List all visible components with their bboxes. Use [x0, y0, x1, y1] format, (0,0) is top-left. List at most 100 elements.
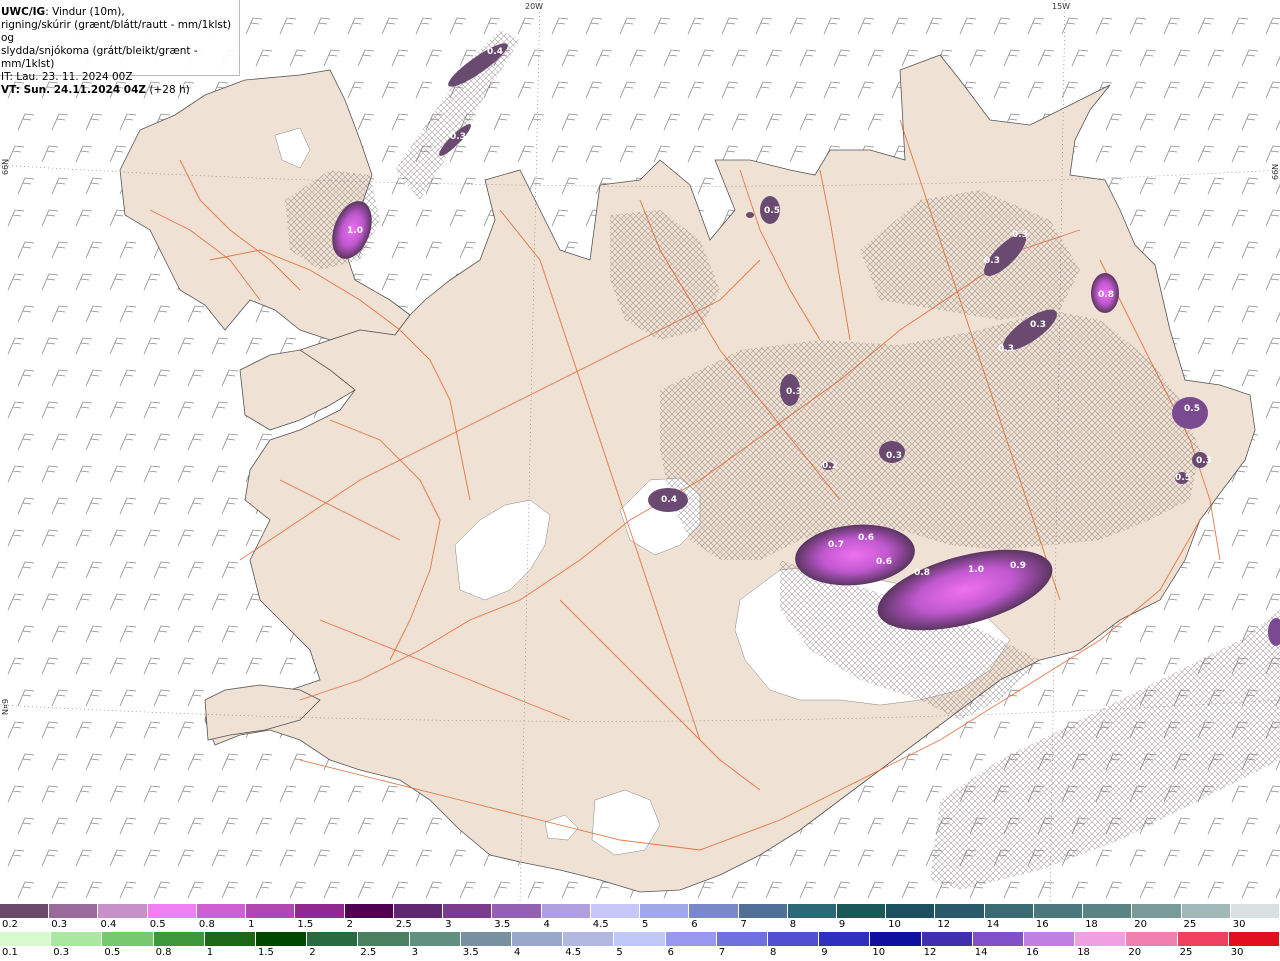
colorbar-label: 0.4 — [100, 919, 117, 930]
colorbar-swatch — [344, 904, 394, 918]
colorbar-swatch — [1177, 932, 1229, 946]
colorbar-label: 0.5 — [149, 919, 166, 930]
colorbar-swatch — [1033, 904, 1084, 918]
colorbar-label: 5 — [642, 919, 649, 930]
colorbar-label: 5 — [616, 947, 623, 958]
precip-label: 0.3 — [886, 451, 902, 461]
colorbar-swatch — [886, 904, 936, 918]
colorbar-label: 1.5 — [297, 919, 314, 930]
colorbar-swatch — [1024, 932, 1076, 946]
colorbar-swatch — [147, 904, 197, 918]
colorbar-label: 30 — [1230, 947, 1244, 958]
colorbar-legend: 0.2 0.3 0.4 0.5 0.8 1 1.5 2 2.5 3 3.5 4 4.5 5 6 7 8 9 10 12… — [0, 902, 1280, 960]
colorbar-label: 0.8 — [155, 947, 172, 958]
precip-label: 0.7 — [828, 540, 844, 550]
precip-label: 1.0 — [968, 565, 984, 575]
colorbar-label: 12 — [923, 947, 937, 958]
colorbar-swatch — [1126, 932, 1178, 946]
valid-time: VT: Sun. 24.11.2024 04Z — [1, 84, 147, 96]
precip-label: 0.3 — [984, 256, 1000, 266]
colorbar-swatch — [1181, 904, 1231, 918]
colorbar-label: 1 — [248, 919, 255, 930]
colorbar-swatch — [0, 932, 52, 946]
lon-label-20w: 20W — [525, 2, 543, 11]
precip-label: 0.8 — [914, 568, 930, 578]
colorbar-swatch — [716, 932, 769, 946]
colorbar-swatch — [541, 904, 591, 918]
colorbar-swatch — [98, 904, 148, 918]
colorbar-label: 1.5 — [258, 947, 274, 958]
precip-label: 0.9 — [1010, 561, 1026, 571]
precip-label: 1.0 — [347, 226, 363, 236]
colorbar-swatch — [1228, 932, 1280, 946]
colorbar-label: 4 — [514, 947, 521, 958]
lat-label-left: 66N — [1, 159, 10, 175]
precip-label: 0.3 — [1012, 230, 1028, 240]
colorbar-swatch — [665, 932, 717, 946]
colorbar-swatch — [590, 904, 641, 918]
precip-label: 0.4 — [487, 47, 503, 57]
colorbar-label: 3.5 — [494, 919, 511, 930]
precip-label: 0.8 — [1098, 290, 1114, 300]
title-line-3: slydda/snjókoma (grátt/bleikt/grænt - mm… — [1, 45, 198, 70]
precip-label: 0.5 — [764, 206, 780, 216]
colorbar-swatch — [0, 904, 50, 918]
colorbar-label: 14 — [986, 919, 1000, 930]
colorbar-label: 12 — [937, 919, 951, 930]
colorbar-label: 4 — [543, 919, 550, 930]
colorbar-label: 2 — [346, 919, 353, 930]
colorbar-swatch — [689, 904, 739, 918]
colorbar-label: 3 — [411, 947, 418, 958]
colorbar-swatch — [51, 932, 103, 946]
colorbar-swatch — [614, 932, 666, 946]
lat-label-left-low: N¤9 — [1, 699, 10, 715]
colorbar-swatch — [836, 904, 887, 918]
colorbar-label: 9 — [821, 947, 828, 958]
colorbar-swatch — [1132, 904, 1182, 918]
colorbar-label: 18 — [1085, 919, 1098, 930]
colorbar-swatch — [49, 904, 99, 918]
precip-label: 0.3 — [450, 132, 466, 142]
precip-label: 0.4 — [661, 495, 677, 505]
colorbar-label: 16 — [1026, 947, 1039, 958]
precip-label: 0.6 — [858, 533, 874, 543]
snow-colorbar — [0, 904, 1280, 918]
weather-map-view: 20W 15W 66N 66N N¤9 0.4 0.3 1.0 0.5 0.3 … — [0, 0, 1280, 960]
title-line-1: UWC/IG: Vindur (10m), — [1, 6, 239, 19]
precip-label: 0.5 — [1175, 473, 1191, 483]
rain-colorbar — [0, 932, 1280, 946]
lead-time: (+28 h) — [146, 84, 190, 96]
colorbar-swatch — [492, 904, 542, 918]
colorbar-label: 1 — [206, 947, 214, 958]
colorbar-swatch — [153, 932, 205, 946]
colorbar-swatch — [819, 932, 871, 946]
colorbar-label: 0.3 — [51, 919, 68, 930]
colorbar-swatch — [246, 904, 296, 918]
colorbar-label: 16 — [1035, 919, 1049, 930]
precip-label: 0.3 — [1030, 320, 1046, 330]
colorbar-label: 4.5 — [592, 919, 609, 930]
colorbar-swatch — [935, 904, 985, 918]
colorbar-swatch — [443, 904, 493, 918]
colorbar-swatch — [921, 932, 973, 946]
colorbar-swatch — [563, 932, 615, 946]
valid-time-line: VT: Sun. 24.11.2024 04Z (+28 h) — [1, 84, 239, 97]
colorbar-label: 6 — [691, 919, 698, 930]
colorbar-swatch — [295, 904, 345, 918]
colorbar-label: 4.5 — [565, 947, 582, 958]
colorbar-label: 0.3 — [53, 947, 70, 958]
colorbar-label: 20 — [1134, 919, 1148, 930]
lon-label-15w: 15W — [1052, 2, 1070, 11]
colorbar-label: 9 — [838, 919, 846, 930]
colorbar-swatch — [1083, 904, 1133, 918]
colorbar-label: 10 — [888, 919, 901, 930]
colorbar-swatch — [738, 904, 788, 918]
colorbar-swatch — [196, 904, 247, 918]
colorbar-label: 18 — [1077, 947, 1090, 958]
colorbar-label: 0.1 — [2, 947, 18, 958]
snow-colorbar-labels: 0.2 0.3 0.4 0.5 0.8 1 1.5 2 2.5 3 3.5 4 4.5 5 6 7 8 9 10 12… — [0, 919, 1280, 933]
precip-label: 0.6 — [876, 557, 892, 567]
title-variable: : Vindur (10m), — [45, 6, 125, 18]
colorbar-label: 3 — [445, 919, 452, 930]
colorbar-label: 25 — [1179, 947, 1193, 958]
